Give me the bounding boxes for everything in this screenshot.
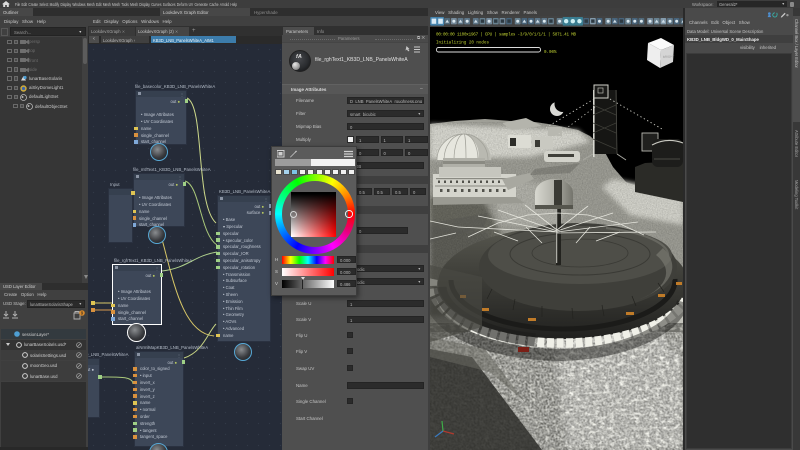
svg-text:Initializing 20 nodes: Initializing 20 nodes [436,41,489,46]
svg-text:00:00:00 1100x1967 | CPU | sam: 00:00:00 1100x1967 | CPU | samples -3/9/… [436,33,576,38]
svg-text:0.00%: 0.00% [544,51,557,55]
svg-text:BRIGHT: BRIGHT [663,54,675,59]
